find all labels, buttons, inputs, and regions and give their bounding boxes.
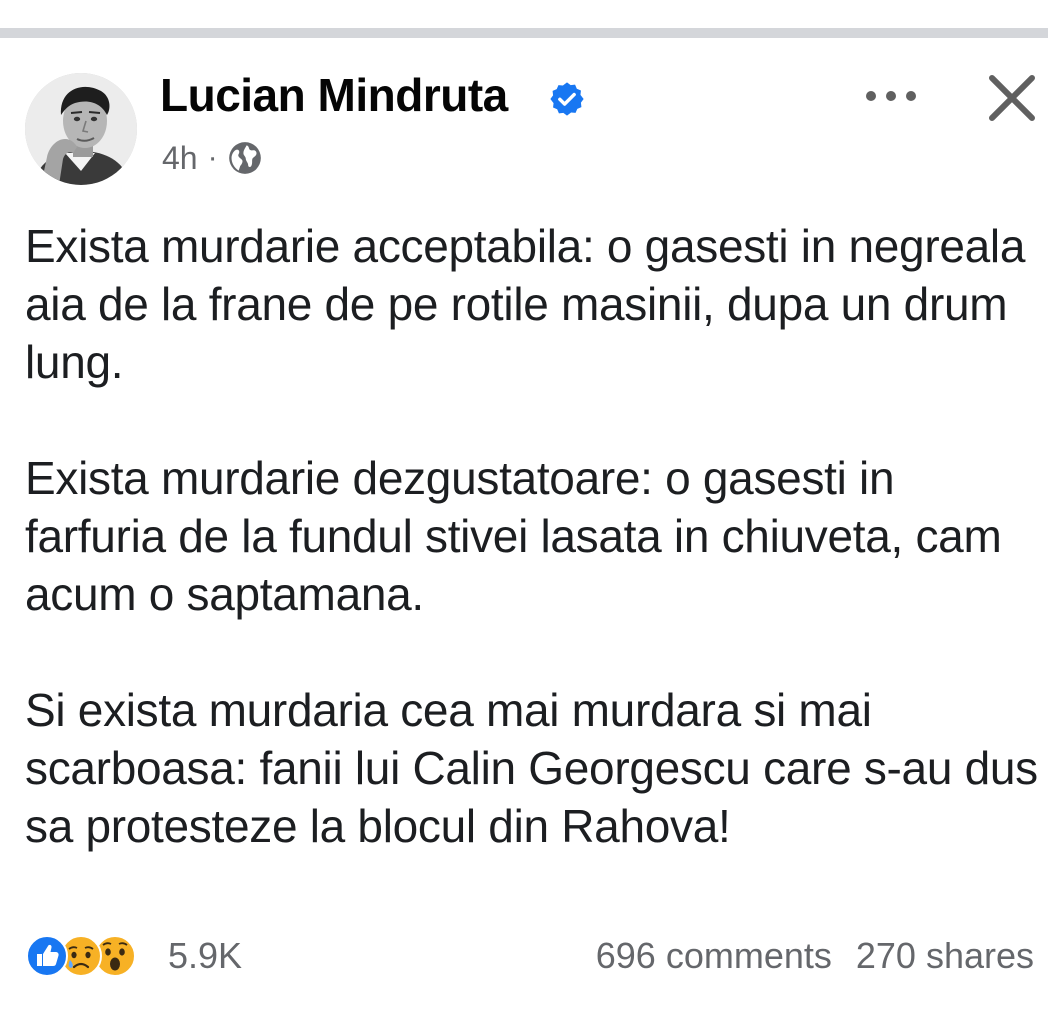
post-paragraph: Exista murdarie acceptabila: o gasesti i… xyxy=(25,220,1026,388)
engagement-stats: 696 comments 270 shares xyxy=(596,932,1034,980)
post-paragraph: Exista murdarie dezgustatoare: o gasesti… xyxy=(25,452,1002,620)
like-icon xyxy=(26,935,68,977)
post-paragraph: Si exista murdaria cea mai murdara si ma… xyxy=(25,684,1038,852)
profile-photo xyxy=(25,73,137,185)
verified-badge-icon xyxy=(550,82,584,116)
post-timestamp[interactable]: 4h xyxy=(162,140,198,177)
close-icon[interactable] xyxy=(986,72,1038,124)
post-meta: 4h · xyxy=(162,138,264,178)
reaction-icons xyxy=(26,932,166,980)
shares-count-link[interactable]: 270 shares xyxy=(856,935,1034,977)
top-divider xyxy=(0,28,1048,38)
reactions-summary[interactable]: 5.9K xyxy=(26,932,242,980)
post-text: Exista murdarie acceptabila: o gasesti i… xyxy=(25,217,1040,855)
meta-separator: · xyxy=(207,141,218,174)
reaction-count: 5.9K xyxy=(168,935,243,976)
avatar[interactable] xyxy=(25,73,137,185)
more-options-icon[interactable] xyxy=(858,78,924,114)
author-name[interactable]: Lucian Mindruta xyxy=(160,68,508,122)
globe-icon[interactable] xyxy=(226,139,264,177)
comments-count-link[interactable]: 696 comments xyxy=(596,935,832,977)
